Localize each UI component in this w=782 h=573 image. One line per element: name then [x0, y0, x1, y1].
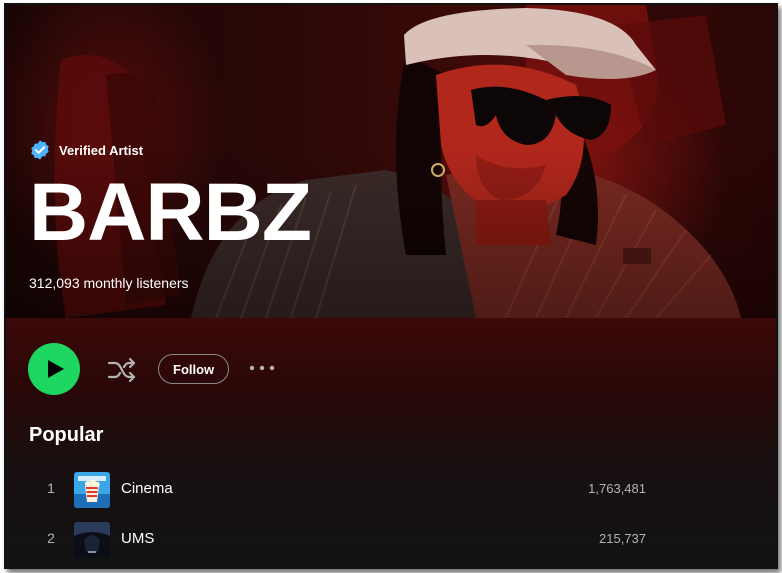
verified-artist-label: Verified Artist	[59, 142, 144, 158]
play-button[interactable]	[28, 343, 80, 395]
track-album-art	[74, 472, 110, 508]
track-row[interactable]: 2 UMS 215,737	[6, 518, 776, 562]
track-play-count: 1,763,481	[588, 481, 646, 496]
artist-name: BARBZ	[29, 167, 312, 258]
more-options-icon	[249, 365, 275, 371]
verified-badge-icon	[29, 139, 51, 161]
track-album-art	[74, 522, 110, 558]
track-number: 2	[47, 530, 55, 546]
track-play-count: 215,737	[599, 531, 646, 546]
verified-artist-badge: Verified Artist	[29, 139, 143, 161]
shuffle-button[interactable]	[106, 354, 138, 386]
artist-page-window: Verified Artist BARBZ 312,093 monthly li…	[4, 3, 778, 569]
track-title[interactable]: UMS	[121, 530, 154, 547]
hero-gradient-overlay	[6, 5, 776, 318]
monthly-listeners: 312,093 monthly listeners	[29, 275, 189, 291]
popular-section-title: Popular	[29, 424, 104, 446]
track-row[interactable]: 1 Cinema 1,763,481	[6, 468, 776, 512]
artist-hero-banner: Verified Artist BARBZ 312,093 monthly li…	[6, 5, 776, 318]
more-options-button[interactable]	[246, 356, 278, 380]
track-title[interactable]: Cinema	[121, 480, 173, 497]
track-number: 1	[47, 480, 55, 496]
shuffle-icon	[107, 357, 136, 383]
play-icon	[47, 360, 64, 378]
follow-button[interactable]: Follow	[158, 354, 230, 384]
artist-content-area: Follow Popular 1 Cinema 1,763,481 2 UMS …	[6, 318, 776, 567]
